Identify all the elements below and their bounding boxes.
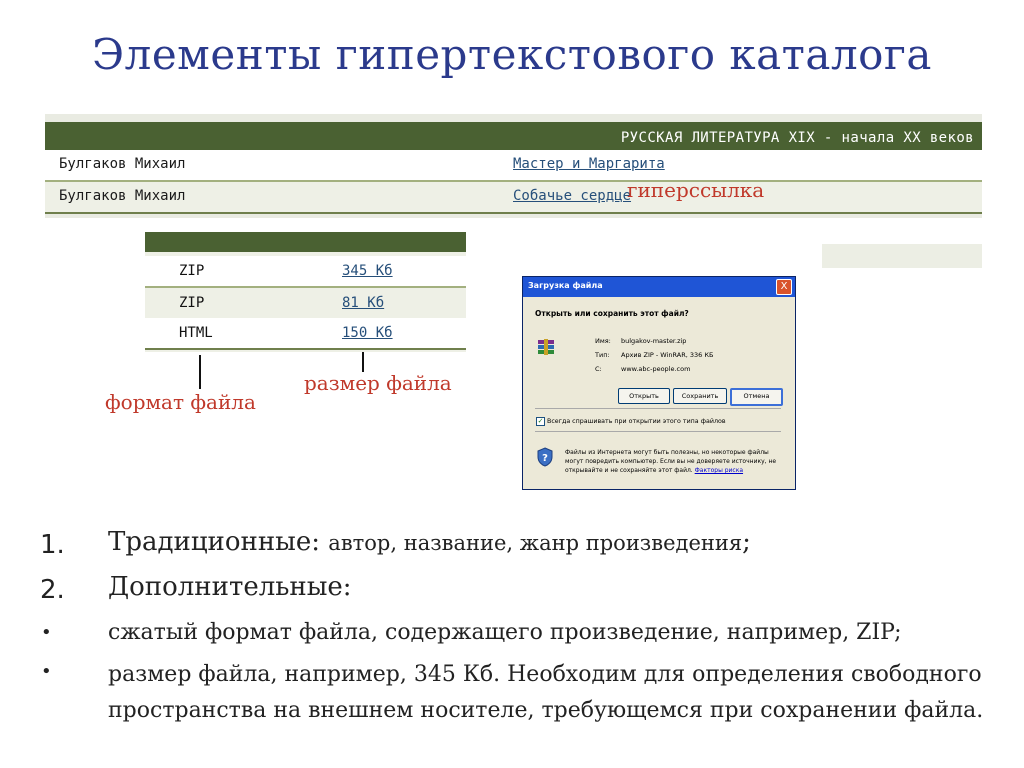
size-link[interactable]: 81 Кб [342,295,384,311]
bullet-text: сжатый формат файла, содержащего произве… [108,620,902,645]
list-item-text: автор, название, жанр произведения [328,531,743,555]
format-pointer-line [199,355,201,389]
list-item-lead: Традиционные: [108,527,321,557]
always-ask-checkbox[interactable]: ✓ [536,417,545,426]
table-row: HTML 150 Кб [145,318,466,350]
size-pointer-line [362,352,364,372]
format-annotation: формат файла [105,390,256,414]
open-button[interactable]: Открыть [618,388,670,404]
svg-text:?: ? [542,453,548,464]
dialog-titlebar: Загрузка файла X [523,277,795,297]
save-button[interactable]: Сохранить [673,388,727,404]
list-item: Традиционные: автор, название, жанр прои… [108,527,751,557]
format-cell: HTML [179,325,213,341]
winrar-archive-icon [538,339,554,355]
file-name-label: Имя: [595,337,611,345]
work-link[interactable]: Мастер и Маргарита [513,156,665,172]
author-cell: Булгаков Михаил [59,188,186,204]
slide-title: Элементы гипертекстового каталога [92,30,932,79]
shield-warning-icon: ? [537,447,553,467]
file-source-value: www.abc-people.com [621,365,691,373]
list-item-end: ; [742,527,751,557]
work-link[interactable]: Собачье сердце [513,188,631,204]
close-icon[interactable]: X [776,279,792,295]
catalog-header-text: РУССКАЯ ЛИТЕРАТУРА XIX - начала XX веков [620,130,974,146]
file-source-label: С: [595,365,602,373]
divider [535,431,781,432]
security-warning-text: Файлы из Интернета могут быть полезны, н… [565,449,777,474]
cancel-button[interactable]: Отмена [730,388,783,406]
dialog-question: Открыть или сохранить этот файл? [535,309,689,318]
bullet-text: размер файла, например, 345 Кб. Необходи… [108,662,984,723]
divider [535,408,781,409]
size-link[interactable]: 150 Кб [342,325,393,341]
file-table: ZIP 345 Кб ZIP 81 Кб HTML 150 Кб [145,232,466,352]
file-type-label: Тип: [595,351,610,359]
table-row: Булгаков Михаил Мастер и Маргарита [45,150,982,182]
file-table-header [145,232,466,252]
format-cell: ZIP [179,263,205,279]
list-item-lead: Дополнительные: [108,572,352,602]
table-row: ZIP 81 Кб [145,288,466,320]
list-number: 2. [40,575,65,605]
list-number: 1. [40,530,65,560]
catalog-table: РУССКАЯ ЛИТЕРАТУРА XIX - начала XX веков… [45,114,982,218]
size-link[interactable]: 345 Кб [342,263,393,279]
table-row: ZIP 345 Кб [145,256,466,288]
table-row: Булгаков Михаил Собачье сердце [45,182,982,214]
hyperlink-annotation: гиперссылка [627,178,765,202]
bullet: • [41,622,52,643]
always-ask-label: Всегда спрашивать при открытии этого тип… [547,418,726,425]
bullet: • [41,661,52,682]
format-cell: ZIP [179,295,205,311]
author-cell: Булгаков Михаил [59,156,186,172]
file-download-dialog: Загрузка файла X Открыть или сохранить э… [522,276,796,490]
dialog-title: Загрузка файла [528,281,603,290]
risk-factors-link[interactable]: Факторы риска [695,467,743,474]
decorative-strip [822,244,982,268]
security-warning: Файлы из Интернета могут быть полезны, н… [565,448,783,475]
file-type-value: Архив ZIP - WinRAR, 336 КБ [621,351,714,359]
file-name-value: bulgakov-master.zip [621,337,687,345]
size-annotation: размер файла [304,371,452,395]
